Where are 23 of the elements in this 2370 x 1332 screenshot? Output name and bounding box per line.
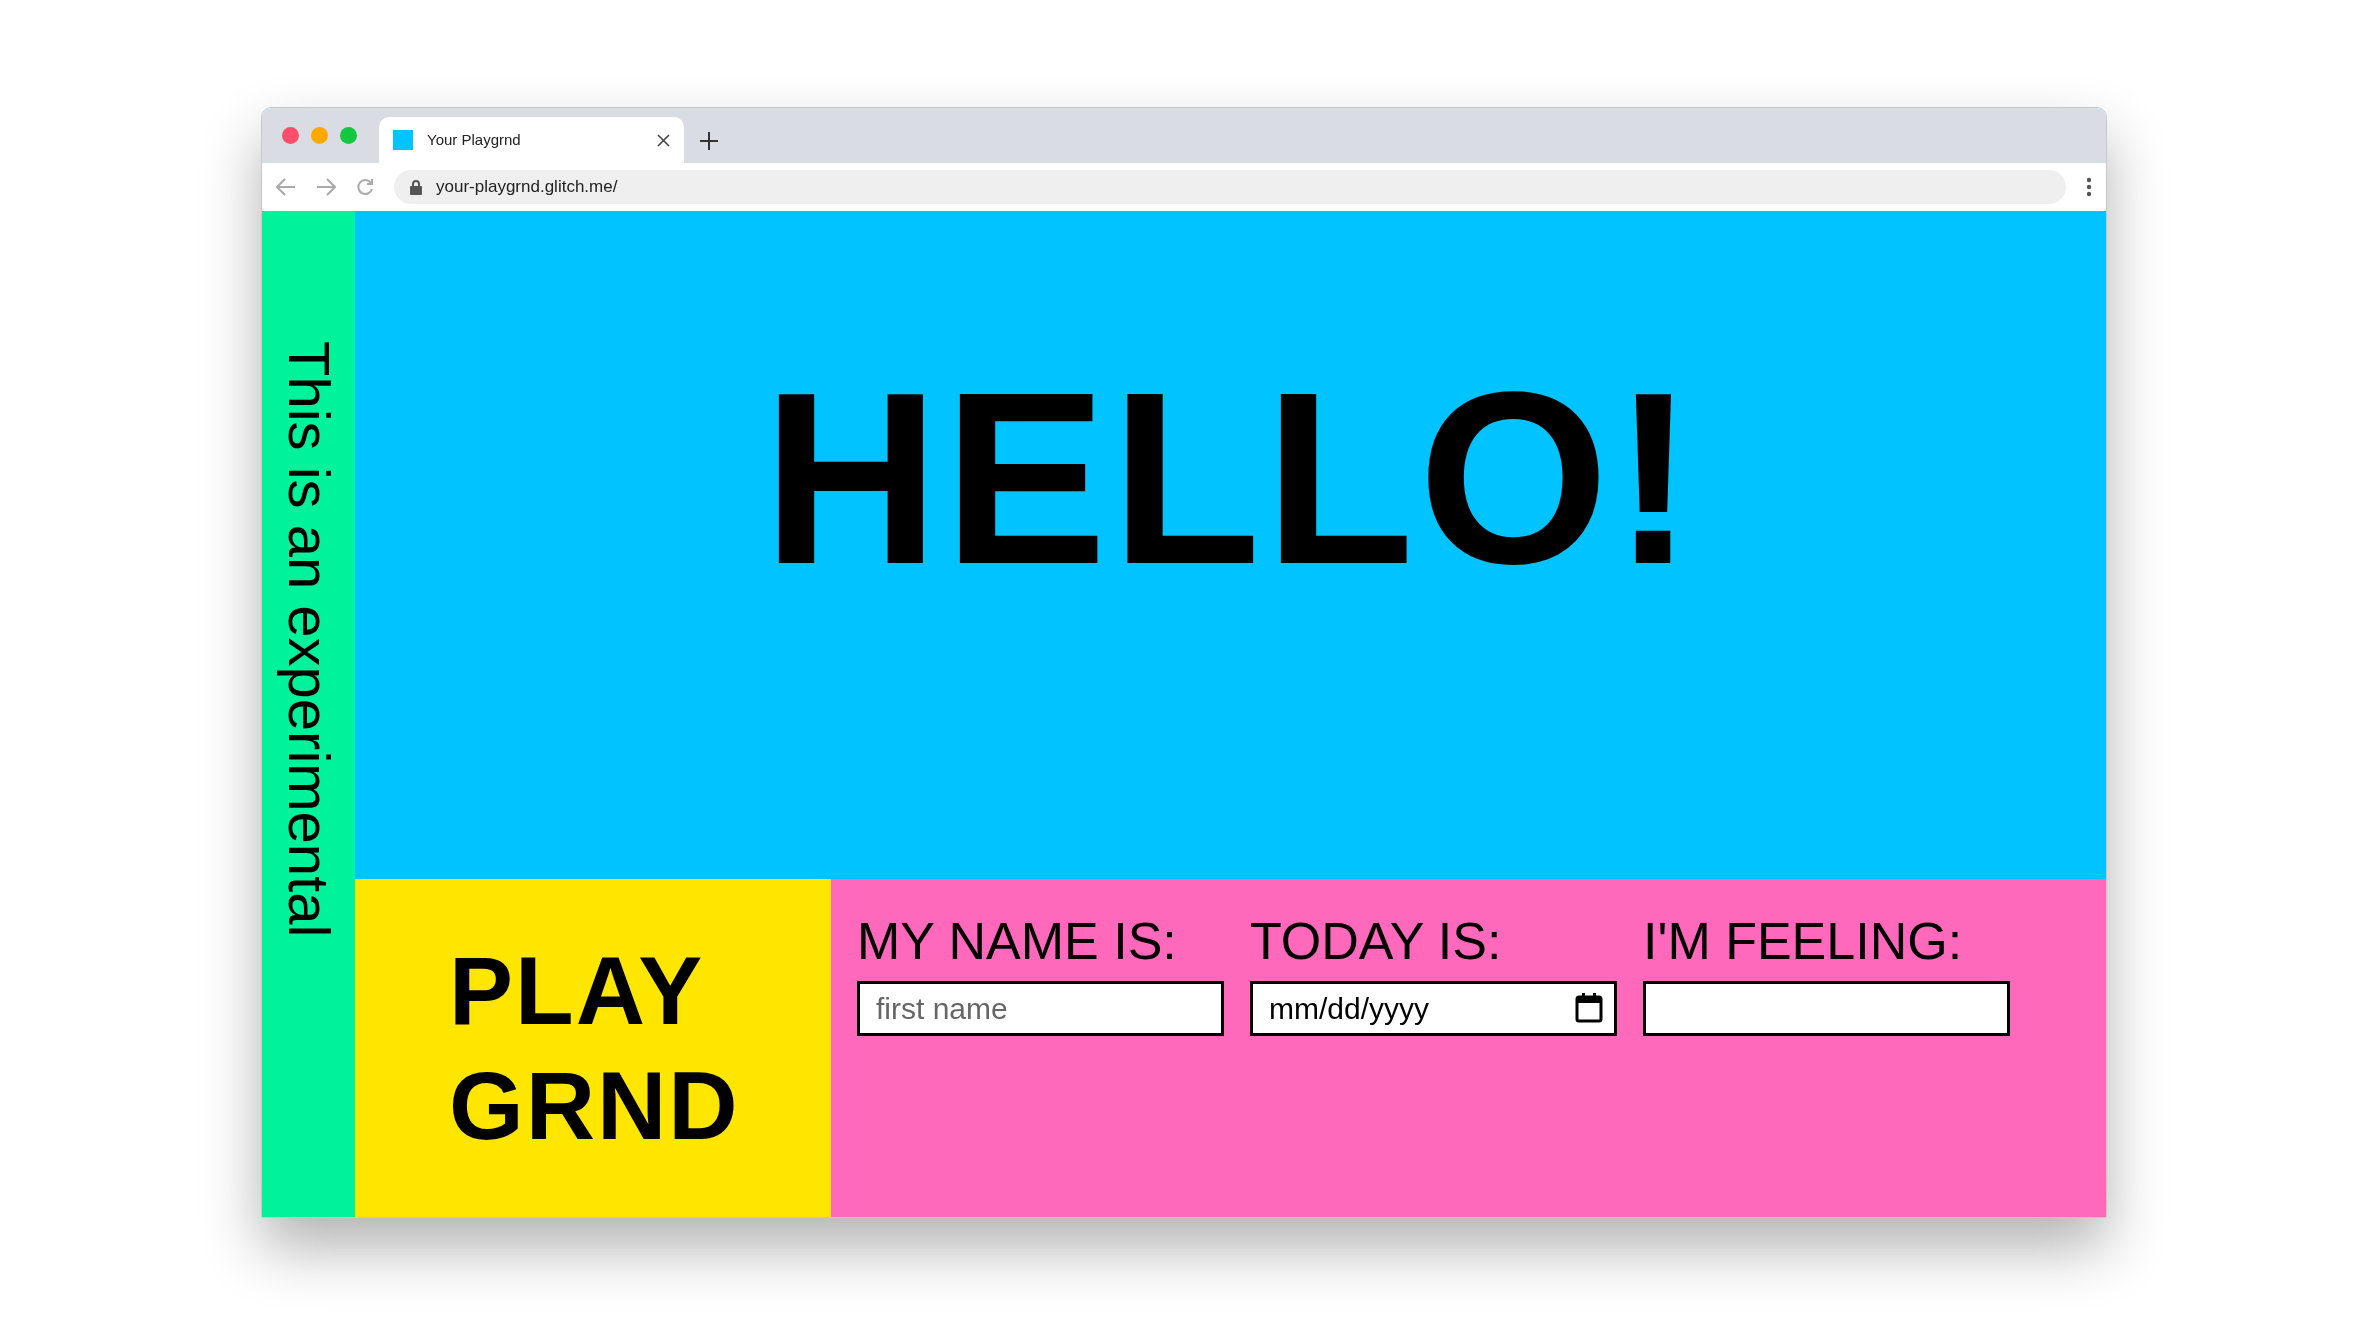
hero-title: HELLO! <box>762 356 1699 601</box>
calendar-icon[interactable] <box>1575 993 1603 1023</box>
lock-icon <box>410 179 422 195</box>
address-bar[interactable]: your-playgrnd.glitch.me/ <box>394 170 2066 204</box>
sidebar-text: This is an experimental <box>279 341 338 938</box>
new-tab-icon[interactable] <box>699 131 719 151</box>
logo-text: PLAY <box>449 935 706 1046</box>
tab-title: Your Playgrnd <box>427 129 522 150</box>
close-icon[interactable] <box>657 133 670 147</box>
favicon-icon <box>393 130 413 150</box>
field-label: MY NAME IS: <box>857 915 1178 967</box>
forward-arrow-icon[interactable] <box>316 178 336 196</box>
reload-icon[interactable] <box>356 178 374 196</box>
input-field[interactable] <box>1643 981 2010 1036</box>
logo-text: GRND <box>449 1051 740 1161</box>
back-arrow-icon[interactable] <box>276 178 296 196</box>
field-label: I'M FEELING: <box>1643 915 1964 967</box>
url-text: your-playgrnd.glitch.me/ <box>436 176 618 199</box>
date-field[interactable]: mm/dd/yyyy <box>1250 981 1617 1036</box>
browser-tab[interactable]: Your Playgrnd <box>379 117 684 163</box>
menu-icon[interactable] <box>2086 177 2092 197</box>
field-label: TODAY IS: <box>1250 915 1503 967</box>
input-field[interactable]: first name <box>857 981 1224 1036</box>
